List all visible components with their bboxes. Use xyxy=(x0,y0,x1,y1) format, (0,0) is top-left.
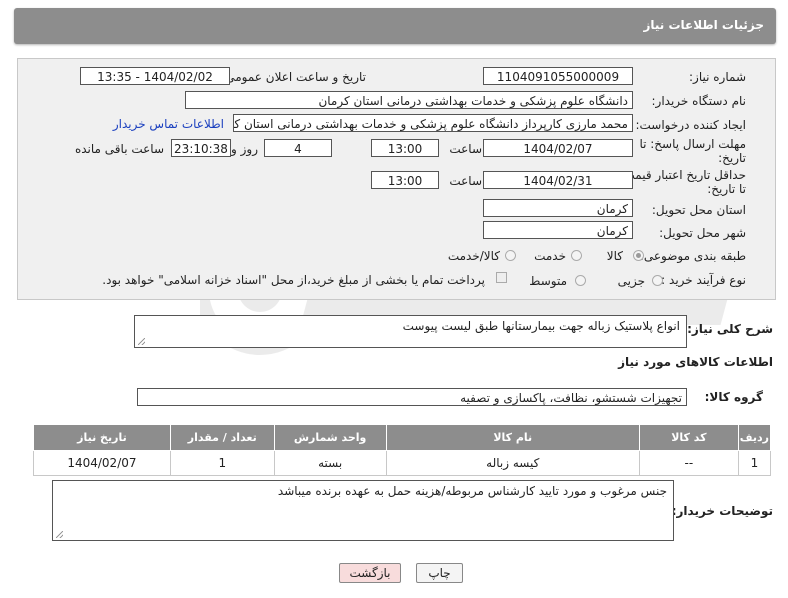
goods-group-field[interactable]: تجهیزات شستشو، نظافت، پاکسازی و تصفیه xyxy=(137,388,687,406)
reply-deadline-label-2: تاریخ: xyxy=(718,151,746,165)
resize-grip-icon[interactable] xyxy=(138,338,145,345)
goods-section-title: اطلاعات کالاهای مورد نیاز xyxy=(618,355,773,369)
description-textarea[interactable]: انواع پلاستیک زباله جهت بیمارستانها طبق … xyxy=(134,315,687,348)
category-radio-both[interactable] xyxy=(505,250,516,261)
reply-date-field[interactable]: 1404/02/07 xyxy=(483,139,633,157)
table-header-row: ردیف کد کالا نام کالا واحد شمارش تعداد /… xyxy=(33,424,772,451)
reply-time-label: ساعت xyxy=(449,142,482,156)
category-option-service: خدمت xyxy=(534,249,566,263)
treasury-payment-checkbox[interactable] xyxy=(496,272,507,283)
col-header-unit: واحد شمارش xyxy=(273,424,387,451)
announce-label: تاریخ و ساعت اعلان عمومی: xyxy=(221,70,366,84)
days-label: روز و xyxy=(231,142,258,156)
cell-item-name: کیسه زباله xyxy=(385,450,640,476)
process-radio-medium[interactable] xyxy=(575,275,586,286)
goods-group-label: گروه کالا: xyxy=(704,390,763,404)
cell-unit: بسته xyxy=(273,450,387,476)
buyer-notes-text: جنس مرغوب و مورد تایید کارشناس مربوطه/هز… xyxy=(277,484,667,498)
col-header-item-name: نام کالا xyxy=(385,424,640,451)
buyer-contact-link[interactable]: اطلاعات تماس خریدار xyxy=(113,117,224,131)
creator-label: ایجاد کننده درخواست: xyxy=(635,118,746,132)
print-button[interactable]: چاپ xyxy=(416,563,463,583)
cell-item-code: -- xyxy=(638,450,739,476)
process-radio-minor[interactable] xyxy=(652,275,663,286)
price-date-field[interactable]: 1404/02/31 xyxy=(483,171,633,189)
category-option-both: کالا/خدمت xyxy=(447,249,500,263)
col-header-item-code: کد کالا xyxy=(638,424,739,451)
cell-quantity: 1 xyxy=(169,450,275,476)
back-button[interactable]: بازگشت xyxy=(339,563,401,583)
buyer-org-field[interactable]: دانشگاه علوم پزشکی و خدمات بهداشتی درمان… xyxy=(185,91,633,109)
price-deadline-label-2: تا تاریخ: xyxy=(707,182,746,196)
items-table: ردیف کد کالا نام کالا واحد شمارش تعداد /… xyxy=(33,424,772,476)
cell-row-number: 1 xyxy=(737,450,772,476)
process-option-minor: جزیی xyxy=(617,274,645,288)
creator-field[interactable]: محمد مارزی کارپرداز دانشگاه علوم پزشکی و… xyxy=(233,114,633,132)
category-radio-goods[interactable] xyxy=(633,250,644,261)
resize-grip-icon[interactable] xyxy=(56,531,63,538)
page-title: جزئیات اطلاعات نیاز xyxy=(643,18,764,32)
announce-field[interactable]: 1404/02/02 - 13:35 xyxy=(80,67,230,85)
price-deadline-label: حداقل تاریخ اعتبار قیمت: xyxy=(619,168,746,182)
days-field[interactable]: 4 xyxy=(264,139,332,157)
city-label: شهر محل تحویل: xyxy=(659,226,746,240)
buyer-org-label: نام دستگاه خریدار: xyxy=(651,94,747,108)
need-number-label: شماره نیاز: xyxy=(689,70,746,84)
description-label: شرح کلی نیاز: xyxy=(687,322,773,336)
reply-deadline-label: مهلت ارسال پاسخ: تا xyxy=(639,137,746,151)
treasury-payment-note: پرداخت تمام یا بخشی از مبلغ خرید،از محل … xyxy=(102,273,485,287)
category-label: طبقه بندی موضوعی: xyxy=(639,249,746,263)
price-time-field[interactable]: 13:00 xyxy=(371,171,439,189)
remaining-time-field[interactable]: 23:10:38 xyxy=(171,139,231,157)
col-header-quantity: تعداد / مقدار xyxy=(169,424,275,451)
description-text: انواع پلاستیک زباله جهت بیمارستانها طبق … xyxy=(402,319,680,333)
price-time-label: ساعت xyxy=(449,174,482,188)
col-header-need-date: تاریخ نیاز xyxy=(33,424,171,451)
category-option-goods: کالا xyxy=(606,249,623,263)
buyer-notes-textarea[interactable]: جنس مرغوب و مورد تایید کارشناس مربوطه/هز… xyxy=(52,480,674,541)
need-number-field[interactable]: 1104091055000009 xyxy=(483,67,633,85)
table-row[interactable]: 1 -- کیسه زباله بسته 1 1404/02/07 xyxy=(33,450,772,476)
process-label: نوع فرآیند خرید : xyxy=(661,273,746,287)
province-field[interactable]: کرمان xyxy=(483,199,633,217)
process-option-medium: متوسط xyxy=(529,274,567,288)
page-header: جزئیات اطلاعات نیاز xyxy=(14,8,776,44)
remaining-label: ساعت باقی مانده xyxy=(74,142,164,156)
buyer-notes-label: توضیحات خریدار: xyxy=(671,504,773,518)
col-header-row-number: ردیف xyxy=(737,424,772,451)
category-radio-service[interactable] xyxy=(571,250,582,261)
cell-need-date: 1404/02/07 xyxy=(33,450,171,476)
city-field[interactable]: کرمان xyxy=(483,221,633,239)
reply-time-field[interactable]: 13:00 xyxy=(371,139,439,157)
province-label: استان محل تحویل: xyxy=(651,203,746,217)
